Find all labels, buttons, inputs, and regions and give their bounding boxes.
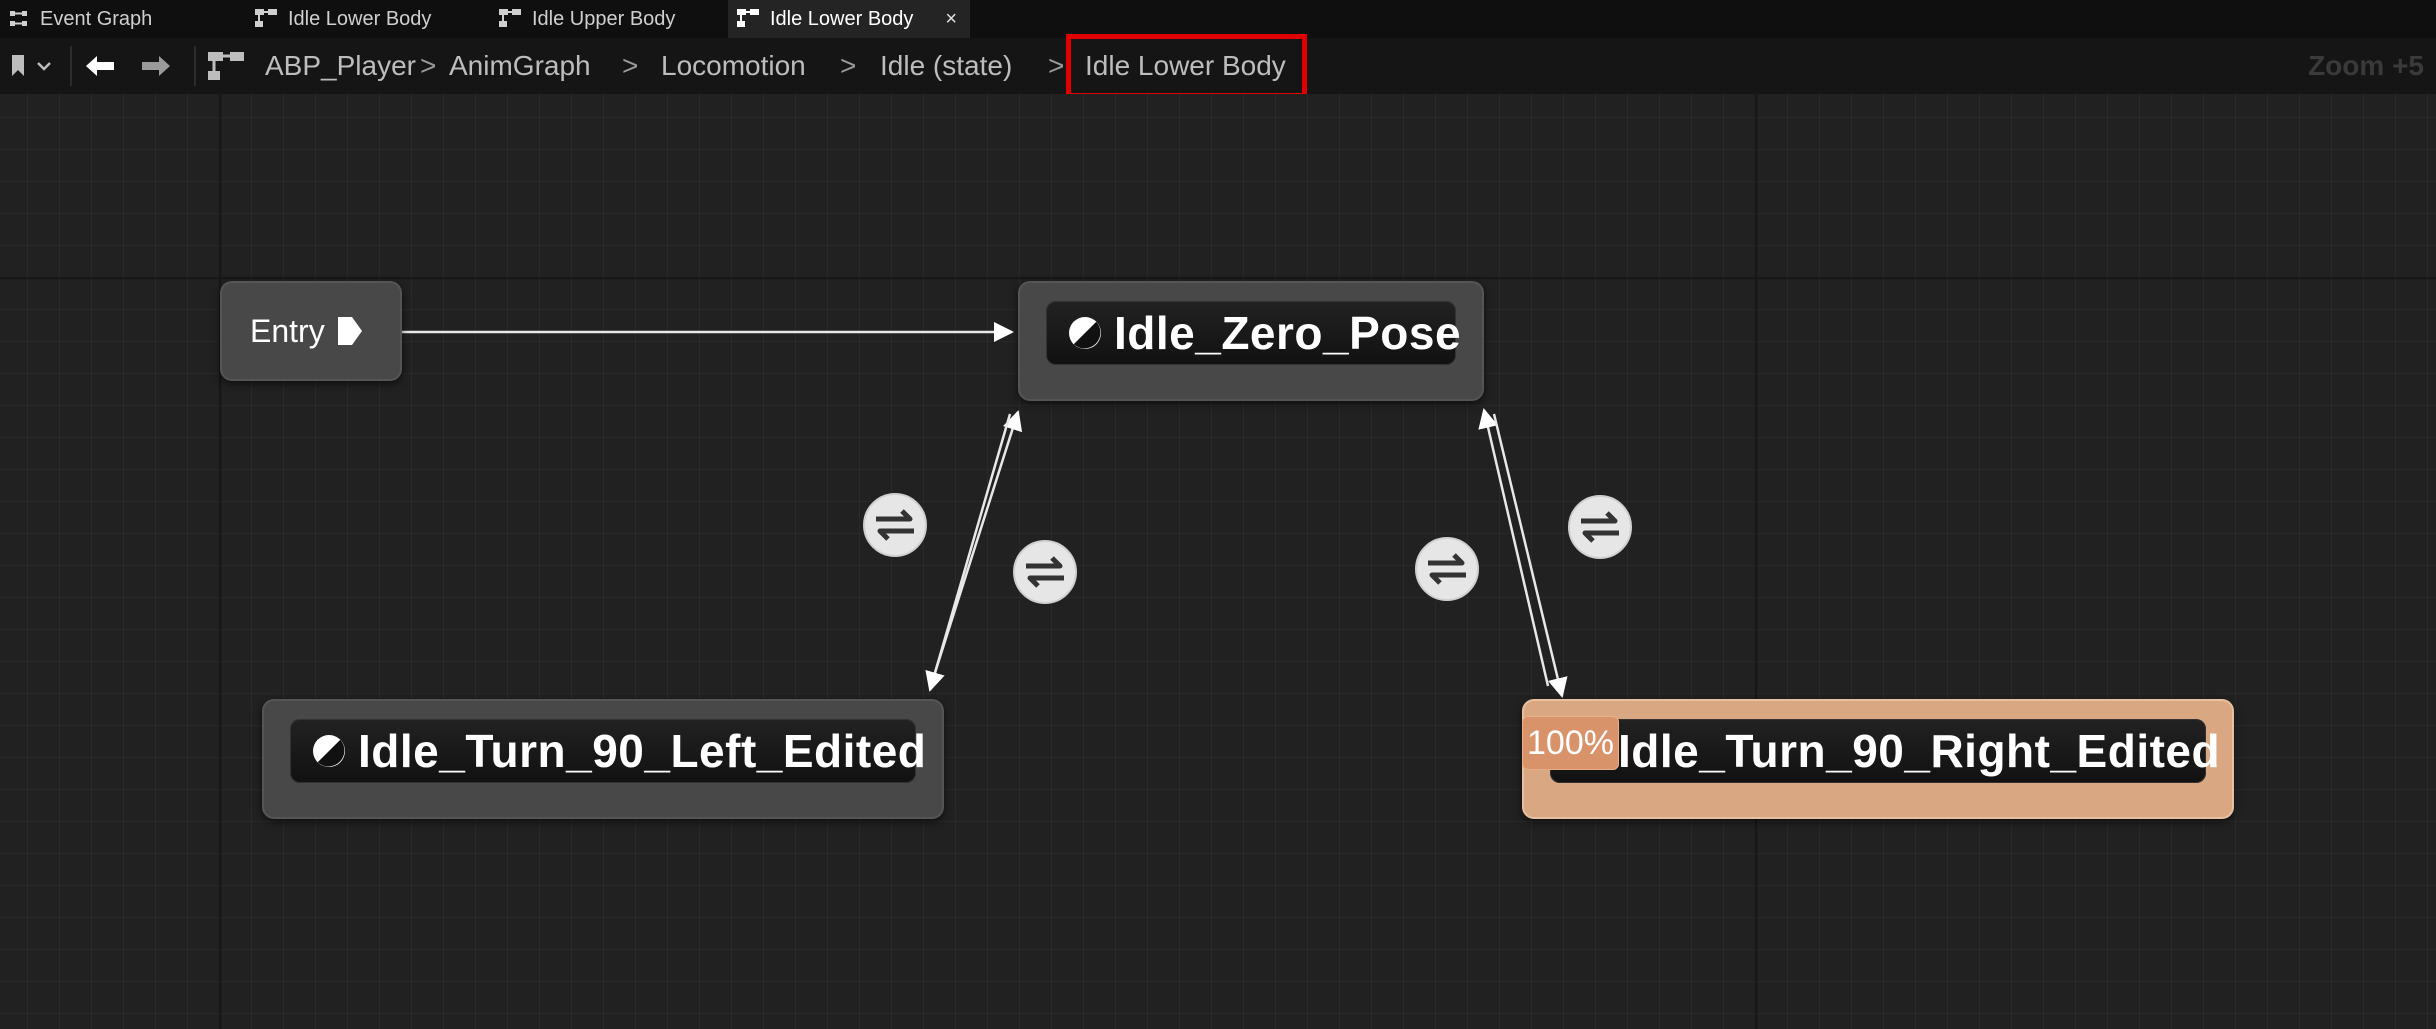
close-tab-button[interactable]: × bbox=[945, 8, 957, 31]
tab-label: Idle Lower Body bbox=[770, 7, 914, 30]
toolbar-divider bbox=[194, 46, 196, 86]
state-machine-icon bbox=[737, 9, 759, 27]
state-machine-icon bbox=[208, 52, 244, 80]
breadcrumb-separator: > bbox=[622, 50, 639, 81]
entry-node[interactable]: Entry bbox=[220, 281, 402, 381]
output-pin-icon[interactable] bbox=[335, 314, 365, 348]
graph-type bbox=[206, 50, 246, 84]
transition-rule-icon[interactable] bbox=[1414, 536, 1480, 602]
zoom-level: Zoom +5 bbox=[2308, 50, 2424, 81]
breadcrumb-separator: > bbox=[1048, 50, 1065, 81]
blend-weight-badge: 100% bbox=[1522, 716, 1619, 770]
event-graph-icon bbox=[10, 11, 27, 26]
state-idle-turn-90-left[interactable]: Idle_Turn_90_Left_Edited bbox=[262, 699, 944, 819]
back-button[interactable] bbox=[84, 54, 116, 78]
breadcrumb-locomotion[interactable]: Locomotion bbox=[661, 38, 806, 94]
back-arrow-icon bbox=[86, 56, 114, 76]
forward-button[interactable] bbox=[140, 54, 172, 78]
tab-label: Event Graph bbox=[40, 7, 153, 30]
breadcrumb-separator: > bbox=[420, 50, 437, 81]
graph-canvas[interactable]: Entry Idle_Zero_Pose Idle_Turn_90_Left_E… bbox=[0, 94, 2436, 1029]
transition-rule-icon[interactable] bbox=[1567, 494, 1633, 560]
tab-idle-lower-body-active[interactable]: Idle Lower Body × bbox=[728, 0, 970, 38]
transition-rule-icon[interactable] bbox=[862, 492, 928, 558]
toolbar-divider bbox=[70, 46, 72, 86]
state-title-bar: Idle_Zero_Pose bbox=[1046, 301, 1461, 365]
tab-event-graph[interactable]: Event Graph bbox=[0, 0, 160, 38]
tab-idle-upper-body[interactable]: Idle Upper Body bbox=[490, 0, 683, 38]
breadcrumb-separator: > bbox=[840, 50, 857, 81]
wire-zero-to-right bbox=[1492, 413, 1568, 698]
state-title-bar: Idle_Turn_90_Right_Edited bbox=[1550, 719, 2220, 783]
breadcrumb-idle-state[interactable]: Idle (state) bbox=[880, 38, 1012, 94]
state-idle-turn-90-right[interactable]: Idle_Turn_90_Right_Edited bbox=[1522, 699, 2234, 819]
transition-rule-icon[interactable] bbox=[1012, 539, 1078, 605]
wire-zero-to-left bbox=[925, 413, 1012, 692]
state-title-bar: Idle_Turn_90_Left_Edited bbox=[290, 719, 926, 783]
breadcrumb-abp-player[interactable]: ABP_Player bbox=[265, 38, 416, 94]
highlight-box bbox=[1066, 34, 1307, 98]
entry-label: Entry bbox=[250, 312, 325, 349]
state-icon bbox=[313, 735, 345, 767]
state-label: Idle_Turn_90_Left_Edited bbox=[358, 725, 927, 777]
chevron-down-icon bbox=[37, 62, 51, 71]
state-label: Idle_Zero_Pose bbox=[1114, 307, 1462, 359]
bookmark-menu-button[interactable] bbox=[10, 54, 52, 78]
breadcrumb-animgraph[interactable]: AnimGraph bbox=[449, 38, 591, 94]
transition-wires bbox=[400, 322, 1568, 698]
wire-right-to-zero bbox=[1478, 408, 1550, 687]
tab-label: Idle Lower Body bbox=[288, 7, 432, 30]
tab-idle-lower-body[interactable]: Idle Lower Body bbox=[246, 0, 439, 38]
state-label: Idle_Turn_90_Right_Edited bbox=[1618, 725, 2221, 777]
tab-label: Idle Upper Body bbox=[532, 7, 676, 30]
forward-arrow-icon bbox=[142, 56, 170, 76]
state-machine-icon bbox=[499, 9, 521, 27]
tab-bar: Event Graph Idle Lower Body Idle Upper B… bbox=[0, 0, 2436, 38]
bookmark-icon bbox=[12, 55, 24, 76]
state-idle-zero-pose[interactable]: Idle_Zero_Pose bbox=[1018, 281, 1484, 401]
state-machine-icon bbox=[255, 9, 277, 27]
state-icon bbox=[1069, 317, 1101, 349]
